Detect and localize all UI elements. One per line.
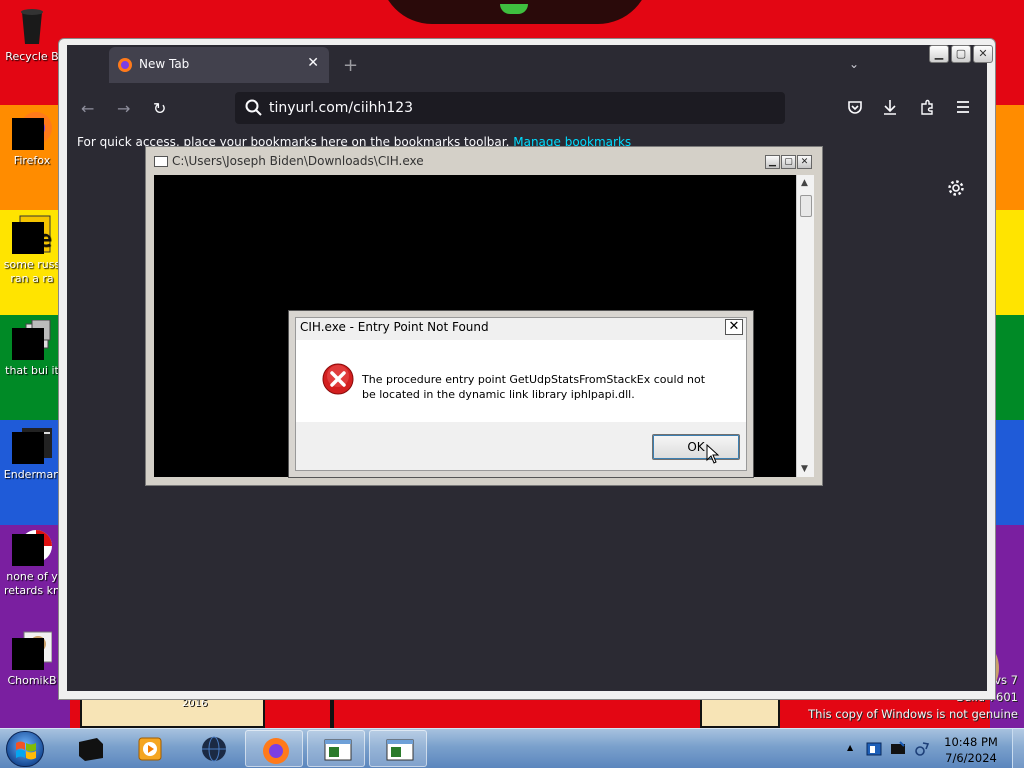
tab-new-tab[interactable]: New Tab ✕ — [109, 47, 329, 83]
start-button[interactable] — [6, 731, 44, 767]
taskbar: ▲ 10:48 PM 7/6/2024 — [0, 728, 1024, 768]
back-arrow-icon[interactable]: ← — [81, 99, 94, 118]
scroll-up-icon[interactable]: ▲ — [801, 178, 808, 188]
scrollbar-thumb[interactable] — [800, 195, 812, 217]
taskbar-item-black-box[interactable] — [60, 730, 118, 767]
desktop-icon-firefox[interactable]: Firefox — [0, 110, 64, 168]
firefox-icon — [118, 58, 132, 72]
firefox-icon — [263, 738, 289, 764]
maximize-button[interactable]: ▢ — [951, 45, 971, 63]
console-minimize-button[interactable]: ▁ — [765, 155, 780, 169]
taskbar-item-firefox[interactable] — [245, 730, 303, 767]
black-box-icon — [79, 738, 103, 761]
gear-icon[interactable] — [947, 179, 965, 197]
desktop-icon-shortcut[interactable]: that bui it — [0, 319, 64, 378]
tab-title: New Tab — [139, 57, 190, 71]
navigation-toolbar: ← → ↻ tinyurl.com/ciihh123 — [67, 87, 987, 129]
scroll-down-icon[interactable]: ▼ — [801, 464, 808, 474]
taskbar-item-globe[interactable] — [184, 730, 242, 767]
console-maximize-button[interactable]: ▢ — [781, 155, 796, 169]
taskbar-item-console-2[interactable] — [369, 730, 427, 767]
chevron-down-icon[interactable]: ⌄ — [849, 57, 859, 71]
media-player-icon — [138, 737, 162, 761]
error-dialog[interactable]: CIH.exe - Entry Point Not Found ✕ The pr… — [288, 310, 754, 478]
desktop-icon-chomik[interactable]: ChomikB — [0, 630, 64, 688]
error-message: The procedure entry point GetUdpStatsFro… — [362, 373, 706, 401]
taskbar-item-console-1[interactable] — [307, 730, 365, 767]
document-icon: e — [12, 214, 52, 254]
forward-arrow-icon[interactable]: → — [117, 99, 130, 118]
console-title: C:\Users\Joseph Biden\Downloads\CIH.exe — [172, 154, 424, 168]
console-title-bar: C:\Users\Joseph Biden\Downloads\CIH.exe — [154, 154, 424, 168]
wallpaper-face — [380, 0, 650, 24]
desktop-icon-label: ChomikB — [7, 674, 57, 687]
taskbar-item-media-player[interactable] — [120, 730, 178, 767]
recycle-bin-icon — [12, 6, 52, 46]
extensions-icon[interactable] — [919, 99, 935, 115]
show-hidden-icons-icon[interactable]: ▲ — [847, 743, 853, 752]
error-dialog-frame: CIH.exe - Entry Point Not Found ✕ The pr… — [295, 317, 747, 471]
desktop-icon-label: none of y retards kn — [4, 570, 60, 597]
error-dialog-title: CIH.exe - Entry Point Not Found — [300, 320, 489, 334]
desktop-icon-document[interactable]: e some russ ran a ra — [0, 214, 64, 286]
action-center-icon[interactable] — [890, 741, 906, 757]
new-tab-button[interactable]: + — [343, 55, 358, 76]
console-window-icon — [324, 739, 352, 761]
console-scrollbar[interactable]: ▲ ▼ — [796, 175, 814, 477]
url-text: tinyurl.com/ciihh123 — [269, 100, 414, 116]
minimize-button[interactable]: ▁ — [929, 45, 949, 63]
mouse-cursor-icon — [706, 444, 720, 464]
desktop-icon-recycle-bin[interactable]: Recycle B — [0, 6, 64, 64]
download-icon[interactable] — [882, 99, 898, 115]
close-button[interactable]: ✕ — [973, 45, 993, 63]
desktop-icon-label: some russ ran a ra — [3, 258, 61, 285]
firefox-icon — [12, 110, 52, 150]
ok-button[interactable]: OK — [652, 434, 740, 460]
clock-date: 7/6/2024 — [945, 751, 997, 765]
hamster-icon — [12, 630, 53, 670]
system-clock[interactable]: 10:48 PM 7/6/2024 — [940, 734, 1002, 766]
browser-icon — [12, 526, 52, 566]
desktop-icon-enderman[interactable]: Enderman — [0, 424, 64, 482]
console-window-icon — [386, 739, 414, 761]
search-icon — [245, 99, 262, 116]
console-close-button[interactable]: ✕ — [797, 155, 812, 169]
pocket-icon[interactable] — [847, 99, 863, 115]
url-bar[interactable]: tinyurl.com/ciihh123 — [235, 92, 785, 124]
shortcut-icon — [12, 319, 52, 360]
console-window-icon — [154, 156, 168, 167]
clock-time: 10:48 PM — [944, 735, 998, 749]
folder-icon — [12, 424, 52, 464]
console-window-controls: ▁ ▢ ✕ — [765, 155, 812, 169]
globe-icon — [202, 736, 226, 762]
desktop-icon-label: that bui it — [5, 364, 59, 377]
dialog-close-button[interactable]: ✕ — [725, 319, 743, 335]
desktop-icon-browser[interactable]: none of y retards kn — [0, 526, 64, 598]
desktop-icon-label: Recycle B — [5, 50, 59, 63]
reload-icon[interactable]: ↻ — [153, 99, 166, 118]
network-icon[interactable] — [914, 741, 930, 757]
menu-icon[interactable] — [955, 99, 971, 115]
tray-app-icon[interactable] — [866, 741, 882, 757]
desktop-icon-label: Enderman — [3, 468, 61, 481]
watermark-not-genuine: This copy of Windows is not genuine — [808, 707, 1018, 721]
system-tray: ▲ 10:48 PM 7/6/2024 — [840, 729, 1024, 768]
desktop-icon-label: Firefox — [13, 154, 51, 167]
close-tab-icon[interactable]: ✕ — [307, 55, 319, 71]
windows-logo-icon — [16, 741, 36, 760]
tab-strip: New Tab ✕ + ⌄ ▁ ▢ ✕ — [59, 39, 995, 83]
error-dialog-body: The procedure entry point GetUdpStatsFro… — [296, 340, 746, 422]
window-controls: ▁ ▢ ✕ — [929, 45, 993, 63]
show-desktop-button[interactable] — [1012, 729, 1024, 768]
error-icon — [322, 363, 354, 395]
